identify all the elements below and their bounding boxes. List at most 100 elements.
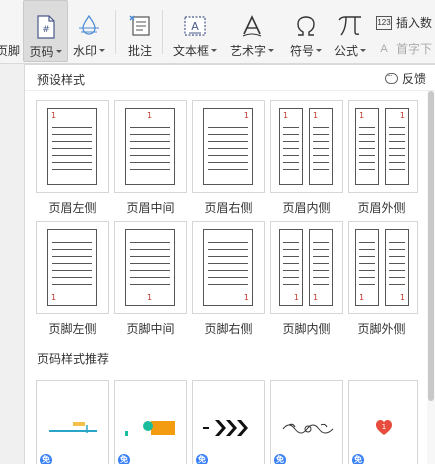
page-thumbnail-left: 1: [355, 229, 379, 306]
preset-footer-center[interactable]: 1: [114, 221, 187, 314]
footer-label: 页脚: [0, 44, 21, 58]
watermark-button[interactable]: 水印: [70, 0, 108, 62]
page-thumbnail: 1: [203, 108, 253, 185]
preset-label: 页眉中间: [126, 201, 175, 215]
page-number-icon: #: [36, 1, 55, 39]
page-number-marker: 1: [293, 293, 299, 302]
footer-button-partial[interactable]: 页脚: [0, 0, 20, 62]
pi-icon: [337, 0, 363, 38]
scrollbar-thumb[interactable]: [428, 91, 434, 401]
preset-label: 页眉左侧: [48, 201, 97, 215]
arrows-style-preview: [203, 420, 248, 436]
drop-cap-button[interactable]: A 首字下: [376, 40, 432, 57]
page-number-marker: 1: [399, 293, 405, 302]
chevron-down-icon: [99, 49, 105, 52]
preset-header-inside[interactable]: 1 1: [270, 100, 343, 193]
preset-label: 页眉外侧: [357, 201, 406, 215]
page-thumbnail: 1: [125, 108, 175, 185]
omega-icon: [294, 0, 318, 38]
ribbon-divider: [162, 10, 163, 54]
insert-number-icon: 123: [376, 15, 392, 30]
symbol-button[interactable]: 符号: [286, 0, 326, 62]
chevron-down-icon: [360, 49, 366, 52]
svg-text:1: 1: [382, 423, 386, 431]
page-number-dropdown: 预设样式 反馈 1 页眉左侧 1 页眉中间 1 页眉右侧 1: [24, 64, 435, 464]
formula-button[interactable]: 公式: [331, 0, 369, 62]
insert-number-label: 插入数: [396, 16, 433, 30]
page-number-marker: 1: [313, 293, 319, 302]
page-thumbnail-left: 1: [279, 108, 303, 185]
preset-footer-left[interactable]: 1: [36, 221, 109, 314]
watermark-label: 水印: [72, 44, 97, 58]
panel-header: 预设样式 反馈: [25, 65, 435, 91]
page-number-marker: 1: [359, 293, 365, 302]
free-badge: 免: [274, 454, 286, 464]
preset-label: 页脚内侧: [282, 322, 331, 336]
document-margin: [0, 64, 24, 464]
comment-button[interactable]: 批注: [122, 0, 158, 62]
preset-header-left[interactable]: 1: [36, 100, 109, 193]
svg-text:A: A: [191, 20, 199, 33]
preset-label: 页眉右侧: [204, 201, 253, 215]
preset-section-title: 预设样式: [37, 73, 86, 87]
wordart-label: 艺术字: [229, 44, 266, 58]
page-thumbnail: 1: [125, 229, 175, 306]
symbol-label: 符号: [289, 44, 314, 58]
drop-cap-icon: A: [380, 42, 388, 55]
page-thumbnail: 1: [203, 229, 253, 306]
preset-label: 页眉内侧: [282, 201, 331, 215]
preset-footer-inside[interactable]: 1 1: [270, 221, 343, 314]
preset-footer-outside[interactable]: 1 1: [348, 221, 418, 314]
recommend-section-title: 页码样式推荐: [37, 352, 110, 366]
page-thumbnail-right: 1: [309, 108, 333, 185]
preset-label: 页脚外侧: [357, 322, 406, 336]
page-number-marker: 1: [51, 111, 57, 120]
preset-header-center[interactable]: 1: [114, 100, 187, 193]
svg-text:#: #: [42, 25, 50, 35]
page-number-marker: 1: [243, 111, 249, 120]
page-number-marker: 1: [283, 111, 289, 120]
panel-scrollbar[interactable]: [427, 91, 435, 464]
chevron-down-icon: [55, 50, 62, 53]
recommend-style-4[interactable]: 免: [270, 380, 343, 464]
preset-footer-right[interactable]: 1: [192, 221, 265, 314]
recommend-style-3[interactable]: 免: [192, 380, 265, 464]
textbox-button[interactable]: A 文本框: [169, 0, 221, 62]
insert-number-button[interactable]: 123 插入数: [376, 14, 432, 31]
free-badge: 免: [352, 454, 364, 464]
preset-header-outside[interactable]: 1 1: [348, 100, 418, 193]
ornament-style-preview: [282, 423, 334, 434]
chevron-down-icon: [211, 49, 217, 52]
page-number-button[interactable]: # 页码: [23, 0, 68, 62]
free-badge: 免: [196, 454, 208, 464]
page-thumbnail-right: 1: [385, 229, 409, 306]
feedback-button[interactable]: 反馈: [384, 68, 426, 87]
feedback-label: 反馈: [401, 72, 426, 86]
page-thumbnail-left: 1: [279, 229, 303, 306]
page-number-marker: 1: [243, 293, 249, 302]
comment-label: 批注: [127, 44, 152, 58]
page-thumbnail-right: 1: [309, 229, 333, 306]
drop-cap-label: 首字下: [396, 42, 433, 56]
chevron-down-icon: [268, 49, 274, 52]
wordart-icon: [240, 0, 264, 38]
watermark-icon: [78, 0, 100, 38]
ribbon-divider: [115, 10, 116, 54]
page-thumbnail: 1: [47, 229, 97, 306]
chevron-down-icon: [316, 49, 322, 52]
chat-bubble-icon: [384, 68, 398, 84]
page-number-marker: 1: [359, 111, 365, 120]
formula-label: 公式: [333, 44, 358, 58]
preset-label: 页脚中间: [126, 322, 175, 336]
recommend-style-2[interactable]: 免: [114, 380, 187, 464]
free-badge: 免: [40, 454, 52, 464]
wordart-button[interactable]: 艺术字: [226, 0, 278, 62]
page-number-marker: 1: [313, 111, 319, 120]
preset-header-right[interactable]: 1: [192, 100, 265, 193]
comment-icon: [128, 0, 152, 38]
page-number-marker: 1: [147, 111, 153, 120]
page-thumbnail: 1: [47, 108, 97, 185]
ribbon-toolbar: 页脚 # 页码 水印 批注 A 文本框 艺术字 符号 公式 123 插入数 A …: [0, 0, 435, 64]
recommend-style-1[interactable]: 免: [36, 380, 109, 464]
recommend-style-5[interactable]: 1 免: [348, 380, 418, 464]
